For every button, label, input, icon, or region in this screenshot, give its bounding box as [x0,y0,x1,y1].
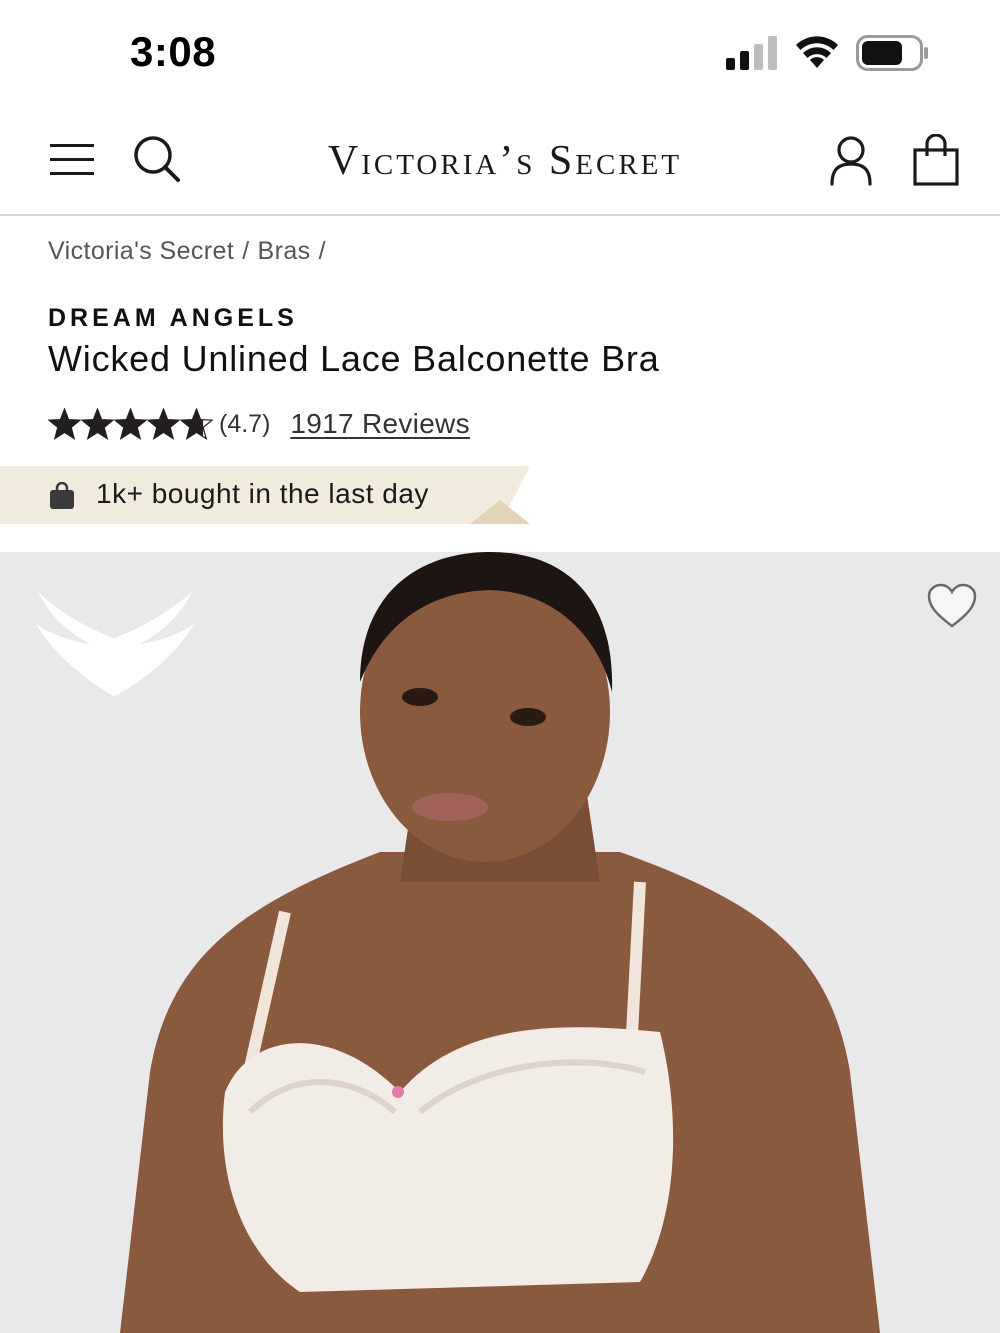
wifi-icon [796,36,838,68]
breadcrumb-separator: / [318,237,326,265]
star-rating [48,407,213,441]
shopping-bag-icon[interactable] [910,134,962,188]
star-icon [81,407,114,440]
star-icon [147,407,180,440]
product-image[interactable] [0,552,1000,1333]
reviews-link[interactable]: 1917 Reviews [290,408,469,440]
breadcrumb-separator: / [242,237,250,265]
product-collection: DREAM ANGELS [48,304,298,332]
shopping-bag-icon [50,482,74,509]
angel-wings-logo [36,592,194,696]
breadcrumb-link-bras[interactable]: Bras [258,237,311,265]
breadcrumb: Victoria's Secret / Bras / [48,237,334,266]
heart-icon[interactable] [926,582,978,630]
breadcrumb-link-home[interactable]: Victoria's Secret [48,237,234,265]
product-title: Wicked Unlined Lace Balconette Bra [48,338,660,379]
social-proof-text: 1k+ bought in the last day [96,478,429,509]
site-header: Victoria’s Secret [0,110,1000,216]
menu-icon[interactable] [48,138,96,182]
star-icon [180,407,213,440]
rating-value: (4.7) [219,409,271,438]
signal-icon [726,36,777,70]
star-icon [114,407,147,440]
status-bar: 3:08 [0,0,1000,100]
account-icon[interactable] [826,134,876,188]
search-icon[interactable] [132,134,182,184]
battery-icon [856,35,928,71]
rating-row: (4.7) 1917 Reviews [48,402,470,446]
status-time: 3:08 [130,28,217,75]
star-icon [48,407,81,440]
brand-logo[interactable]: Victoria’s Secret [280,132,730,190]
social-proof-banner: 1k+ bought in the last day [0,466,530,524]
